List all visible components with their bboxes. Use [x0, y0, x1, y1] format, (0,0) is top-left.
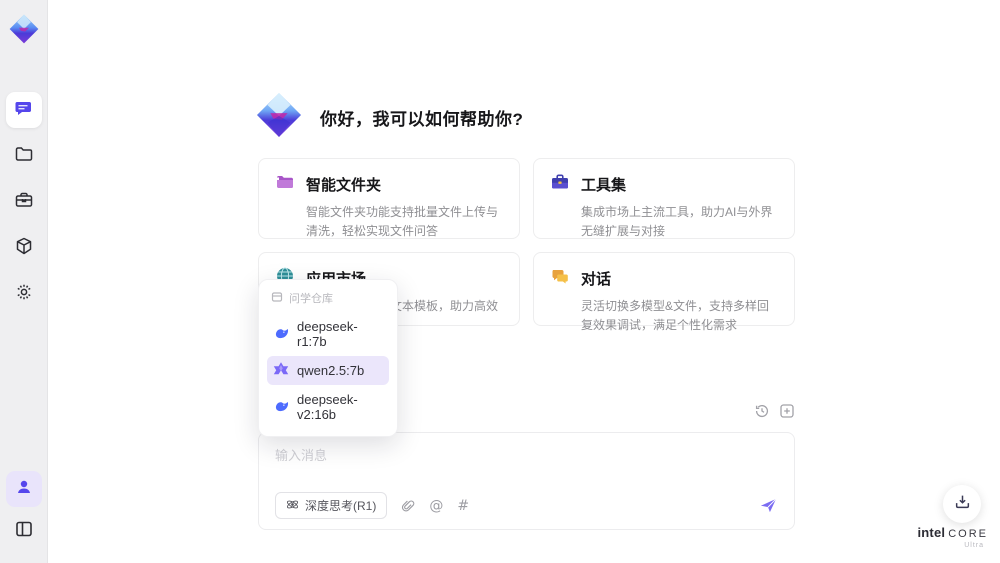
app-logo-gem: [7, 12, 41, 46]
panel-icon: [14, 519, 34, 544]
sidebar-item-collapse[interactable]: [6, 513, 42, 549]
sidebar-item-files[interactable]: [6, 138, 42, 174]
card-toolset[interactable]: 工具集 集成市场上主流工具，助力AI与外界无缝扩展与对接: [533, 158, 795, 239]
sidebar-bottom: [5, 471, 42, 549]
send-icon[interactable]: [759, 496, 778, 515]
chat-icon: [14, 98, 34, 123]
deepseek-whale-icon: [273, 325, 289, 344]
card-title: 对话: [581, 271, 612, 288]
sidebar-item-models[interactable]: [6, 230, 42, 266]
card-smart-folder[interactable]: 智能文件夹 智能文件夹功能支持批量文件上传与清洗，轻松实现文件问答: [258, 158, 520, 239]
core-wordmark: CORE: [948, 528, 988, 540]
intel-core-badge: intel CORE Ultra: [917, 526, 988, 549]
deep-think-toggle[interactable]: 深度思考(R1): [275, 492, 388, 519]
briefcase-icon: [14, 190, 34, 215]
card-desc: 灵活切换多模型&文件，支持多样回复效果调试，满足个性化需求: [581, 299, 770, 332]
card-title: 工具集: [581, 177, 627, 194]
main-content: 你好，我可以如何帮助你? 智能文件夹 智能文件夹功能支持批量文件上传与清洗，轻松…: [49, 0, 1000, 563]
cube-icon: [14, 236, 34, 261]
dropdown-item-deepseek-r1[interactable]: deepseek-r1:7b: [267, 314, 389, 354]
paperclip-icon[interactable]: [401, 499, 415, 513]
card-title: 智能文件夹: [306, 177, 382, 194]
intel-wordmark: intel: [917, 525, 946, 540]
folder-icon: [14, 144, 34, 169]
user-icon: [15, 478, 33, 501]
at-circle-icon[interactable]: @: [429, 499, 443, 513]
dropdown-item-deepseek-v2[interactable]: deepseek-v2:16b: [267, 387, 389, 427]
sidebar-item-account[interactable]: [5, 471, 42, 507]
folder-purple-icon: [275, 172, 295, 197]
sidebar-item-chat[interactable]: [5, 92, 42, 128]
dropdown-header: 问学仓库: [267, 287, 389, 312]
dropdown-item-qwen[interactable]: qwen2.5:7b: [267, 356, 389, 385]
history-icon[interactable]: [754, 403, 770, 419]
briefcase-indigo-icon: [550, 172, 570, 197]
download-icon: [954, 493, 971, 515]
message-input[interactable]: [275, 445, 778, 492]
hash-icon[interactable]: #: [457, 499, 469, 513]
qwen-logo-icon: [273, 361, 289, 380]
sidebar-item-settings[interactable]: [6, 276, 42, 312]
model-dropdown: 问学仓库 deepseek-r1:7b qwen2.5:7b deepseek-…: [258, 279, 398, 437]
chat-yellow-icon: [550, 266, 570, 291]
ultra-label: Ultra: [964, 542, 984, 549]
repository-icon: [271, 291, 283, 306]
card-dialogue[interactable]: 对话 灵活切换多模型&文件，支持多样回复效果调试，满足个性化需求: [533, 252, 795, 332]
sidebar-item-toolset[interactable]: [6, 184, 42, 220]
composer: 深度思考(R1) @ #: [258, 432, 795, 530]
page-title: 你好，我可以如何帮助你?: [320, 110, 524, 129]
composer-toolbar: 深度思考(R1) @ #: [275, 492, 778, 519]
deepseek-whale-icon: [273, 398, 289, 417]
new-chat-icon[interactable]: [779, 403, 795, 419]
atom-icon: [286, 498, 299, 514]
greeting: 你好，我可以如何帮助你?: [256, 92, 523, 143]
gear-icon: [14, 282, 34, 307]
sidebar-nav: [5, 92, 42, 312]
sidebar: [0, 0, 48, 563]
deep-think-label: 深度思考(R1): [305, 499, 377, 513]
greeting-logo-gem: [256, 92, 302, 143]
card-desc: 集成市场上主流工具，助力AI与外界无缝扩展与对接: [581, 205, 773, 238]
download-button[interactable]: [943, 485, 981, 523]
card-desc: 智能文件夹功能支持批量文件上传与清洗，轻松实现文件问答: [306, 205, 499, 238]
